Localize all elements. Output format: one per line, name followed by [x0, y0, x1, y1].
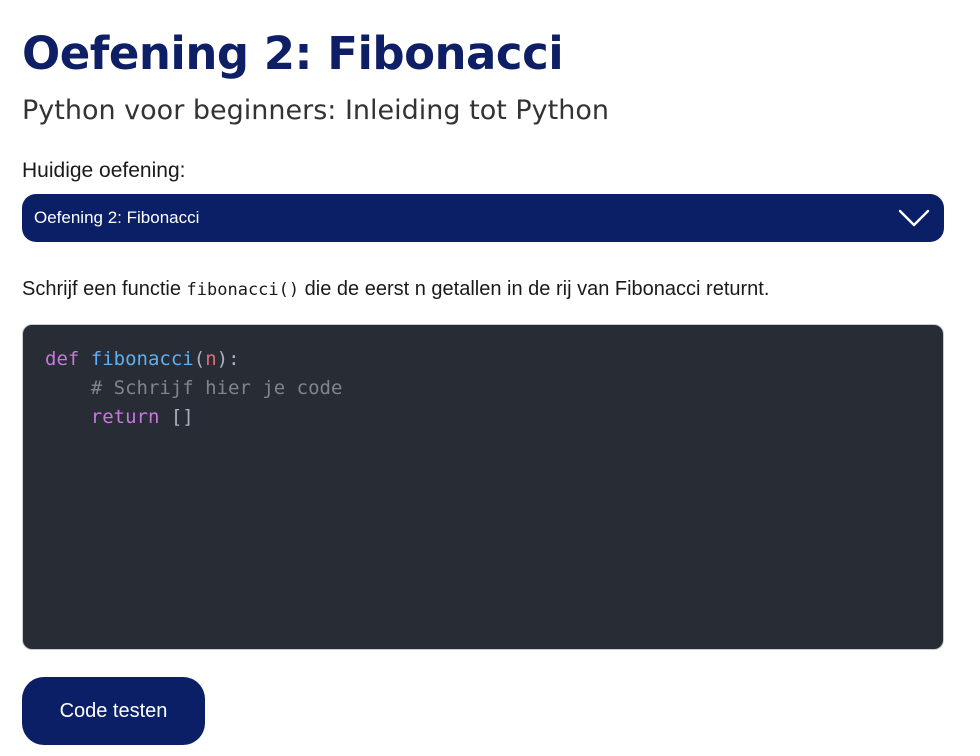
exercise-select-value: Oefening 2: Fibonacci	[34, 208, 200, 227]
exercise-select[interactable]: Oefening 2: Fibonacci	[22, 194, 944, 242]
code-keyword-return: return	[90, 406, 160, 428]
test-code-button[interactable]: Code testen	[22, 677, 205, 745]
code-line-1: def fibonacci(n):	[45, 345, 921, 374]
chevron-down-icon	[898, 209, 930, 227]
code-paren-close: ):	[216, 348, 240, 370]
code-paren-open: (	[193, 348, 206, 370]
description-code: fibonacci()	[186, 280, 300, 300]
code-line-3: return []	[45, 403, 921, 432]
code-function-name: fibonacci	[90, 348, 194, 370]
code-comment: # Schrijf hier je code	[90, 377, 343, 399]
exercise-select-label: Huidige oefening:	[22, 159, 186, 182]
code-parameter: n	[205, 348, 217, 370]
course-subtitle: Python voor beginners: Inleiding tot Pyt…	[22, 95, 609, 126]
code-line-2: # Schrijf hier je code	[45, 374, 921, 403]
exercise-description: Schrijf een functie fibonacci() die de e…	[22, 275, 769, 304]
description-text-after: die de eerst n getallen in de rij van Fi…	[299, 278, 770, 300]
code-keyword-def: def	[45, 348, 80, 370]
page-title: Oefening 2: Fibonacci	[22, 27, 564, 80]
code-editor[interactable]: def fibonacci(n): # Schrijf hier je code…	[22, 324, 944, 650]
description-text-before: Schrijf een functie	[22, 278, 187, 300]
code-return-value: []	[159, 406, 194, 428]
